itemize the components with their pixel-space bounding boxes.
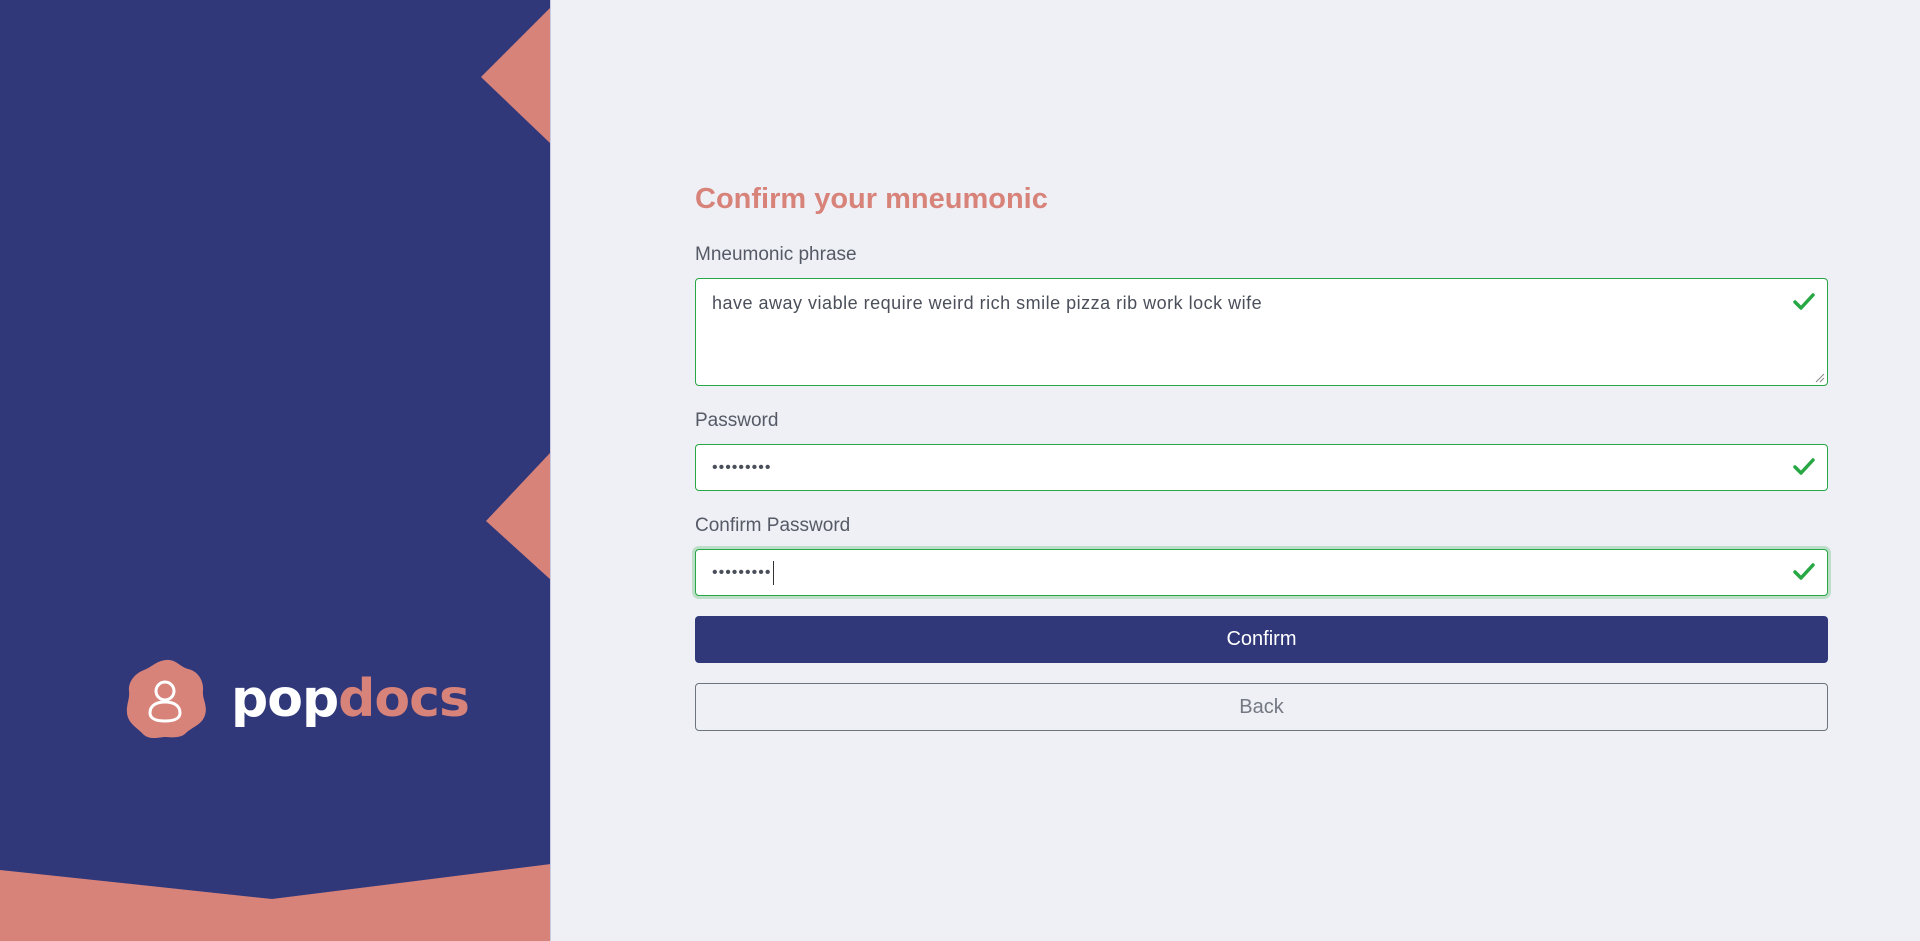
password-label: Password <box>695 410 779 431</box>
mnemonic-value: have away viable require weird rich smil… <box>712 293 1263 313</box>
password-value: ••••••••• <box>712 458 772 476</box>
page-title: Confirm your mneumonic <box>695 183 1048 215</box>
logo-text-pop: pop <box>231 669 339 729</box>
middle-triangle-shape <box>486 453 550 580</box>
check-icon <box>1793 563 1815 580</box>
brand-panel: popdocs <box>0 0 551 941</box>
resize-grip-icon[interactable] <box>1813 371 1825 383</box>
logo-text-docs: docs <box>338 669 470 729</box>
mnemonic-label: Mneumonic phrase <box>695 244 857 265</box>
confirm-mnemonic-form: Confirm your mneumonic Mneumonic phrase … <box>695 183 1828 731</box>
back-button[interactable]: Back <box>695 683 1828 731</box>
check-icon <box>1793 293 1815 310</box>
decorative-shapes <box>0 8 550 941</box>
user-blob-icon <box>126 659 206 739</box>
password-input[interactable]: ••••••••• <box>695 444 1828 491</box>
top-triangle-shape <box>481 8 550 144</box>
popdocs-logo: popdocs <box>124 657 470 741</box>
check-icon <box>1793 458 1815 475</box>
bottom-banner-shape <box>0 864 550 941</box>
confirm-password-label: Confirm Password <box>695 515 851 536</box>
confirm-button[interactable]: Confirm <box>695 616 1828 663</box>
mnemonic-textarea[interactable]: have away viable require weird rich smil… <box>695 278 1828 386</box>
confirm-password-input[interactable]: ••••••••• <box>695 549 1828 596</box>
text-caret <box>773 560 775 585</box>
confirm-password-value: ••••••••• <box>712 563 772 581</box>
logo-wordmark: popdocs <box>231 673 470 725</box>
